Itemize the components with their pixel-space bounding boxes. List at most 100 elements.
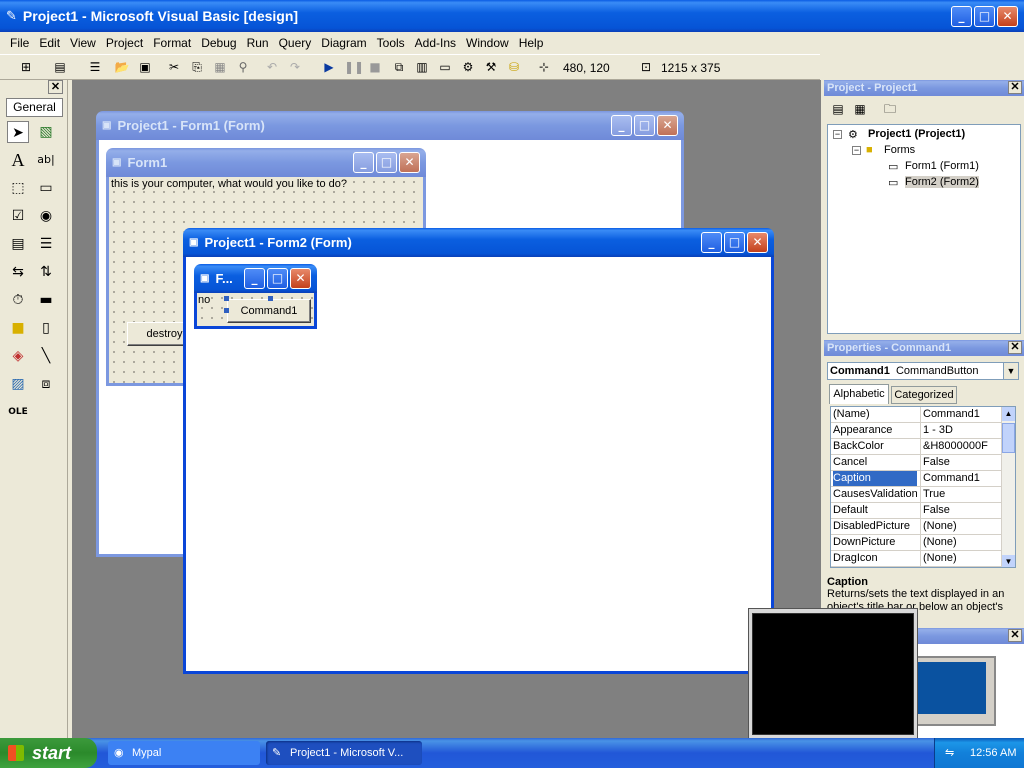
open-icon[interactable]: 📂 <box>114 59 130 75</box>
scroll-down-icon[interactable]: ▼ <box>1002 555 1015 567</box>
toolbox-close-button[interactable]: ✕ <box>48 80 63 94</box>
tree-collapse-icon[interactable]: − <box>852 146 861 155</box>
minimize-button[interactable]: _ <box>353 152 374 173</box>
object-browser-icon[interactable]: ⚙ <box>460 59 476 75</box>
ole-tool-icon[interactable]: OLE <box>7 401 29 423</box>
close-button[interactable]: ✕ <box>290 268 311 289</box>
add-form-icon[interactable]: ▤ <box>52 59 68 75</box>
data-tool-icon[interactable]: ⧈ <box>35 373 57 395</box>
scroll-thumb[interactable] <box>1002 423 1015 453</box>
textbox-tool-icon[interactable]: ab| <box>35 149 57 171</box>
tree-item-form2[interactable]: Form2 (Form2) <box>905 176 979 188</box>
close-icon[interactable]: ✕ <box>1008 341 1022 354</box>
form-layout-icon[interactable]: ▭ <box>437 59 453 75</box>
property-row[interactable]: DragIcon (None) <box>831 551 1001 567</box>
property-row[interactable]: Appearance 1 - 3D <box>831 423 1001 439</box>
menu-edit[interactable]: Edit <box>34 36 65 50</box>
form1-label[interactable]: this is your computer, what would you li… <box>111 178 348 190</box>
selection-handle[interactable] <box>268 296 273 301</box>
property-value[interactable]: (None) <box>920 551 1000 566</box>
data-view-icon[interactable]: ⛁ <box>506 59 522 75</box>
tree-item-form1[interactable]: Form1 (Form1) <box>905 160 979 172</box>
menu-add-ins[interactable]: Add-Ins <box>410 36 461 50</box>
tree-collapse-icon[interactable]: − <box>833 130 842 139</box>
maximize-button[interactable]: □ <box>267 268 288 289</box>
menu-format[interactable]: Format <box>148 36 196 50</box>
form1-designer-title-bar[interactable]: ▣ Project1 - Form1 (Form) _ □ ✕ <box>96 111 684 140</box>
property-row[interactable]: DownPicture (None) <box>831 535 1001 551</box>
menu-tools[interactable]: Tools <box>372 36 410 50</box>
object-selector[interactable]: Command1 CommandButton ▼ <box>827 362 1019 380</box>
selection-handle[interactable] <box>224 308 229 313</box>
menu-diagram[interactable]: Diagram <box>316 36 371 50</box>
toolbox-icon[interactable]: ⚒ <box>483 59 499 75</box>
close-button[interactable]: ✕ <box>747 232 768 253</box>
project-explorer-icon[interactable]: ⧉ <box>391 59 407 75</box>
property-row[interactable]: CausesValidation True <box>831 487 1001 503</box>
form2-title-bar[interactable]: ▣ F... _ □ ✕ <box>194 264 317 293</box>
filelistbox-tool-icon[interactable]: ▯ <box>35 317 57 339</box>
listbox-tool-icon[interactable]: ☰ <box>35 233 57 255</box>
property-row[interactable]: Caption Command1 <box>831 471 1001 487</box>
network-icon[interactable]: ⇋ <box>945 738 954 768</box>
checkbox-tool-icon[interactable]: ☑ <box>7 205 29 227</box>
selection-handle[interactable] <box>224 296 229 301</box>
close-icon[interactable]: ✕ <box>1008 81 1022 94</box>
view-code-icon[interactable]: ▤ <box>830 101 846 117</box>
picturebox-tool-icon[interactable]: ▧ <box>35 121 57 143</box>
paste-icon[interactable]: ▦ <box>212 59 228 75</box>
task-vb[interactable]: ✎ Project1 - Microsoft V... <box>266 741 422 765</box>
project-explorer-title-bar[interactable]: Project - Project1 ✕ <box>824 80 1024 96</box>
property-value[interactable]: &H8000000F <box>920 439 1000 454</box>
scroll-up-icon[interactable]: ▲ <box>1002 407 1015 421</box>
commandbutton-tool-icon[interactable]: ▭ <box>35 177 57 199</box>
main-title-bar[interactable]: ✎ Project1 - Microsoft Visual Basic [des… <box>0 0 1024 32</box>
close-button[interactable]: ✕ <box>399 152 420 173</box>
property-value[interactable]: False <box>920 503 1000 518</box>
form2-form[interactable]: ▣ F... _ □ ✕ no Command1 <box>194 264 317 329</box>
minimize-button[interactable]: _ <box>611 115 632 136</box>
menu-editor-icon[interactable]: ☰ <box>87 59 103 75</box>
property-value[interactable]: True <box>920 487 1000 502</box>
form2-canvas[interactable]: no Command1 <box>194 293 317 329</box>
menu-help[interactable]: Help <box>514 36 549 50</box>
property-value[interactable]: (None) <box>920 535 1000 550</box>
command1-button[interactable]: Command1 <box>227 299 311 323</box>
dirlistbox-tool-icon[interactable]: ■ <box>7 317 29 339</box>
property-value[interactable]: Command1 <box>920 471 1000 486</box>
run-icon[interactable]: ▶ <box>321 59 337 75</box>
undo-icon[interactable]: ↶ <box>264 59 280 75</box>
minimize-button[interactable]: _ <box>244 268 265 289</box>
properties-title-bar[interactable]: Properties - Command1 ✕ <box>824 340 1024 356</box>
find-icon[interactable]: ⚲ <box>235 59 251 75</box>
menu-project[interactable]: Project <box>101 36 148 50</box>
image-tool-icon[interactable]: ▨ <box>7 373 29 395</box>
toggle-folders-icon[interactable]: 🗀 <box>882 101 898 117</box>
close-button[interactable]: ✕ <box>997 6 1018 27</box>
close-icon[interactable]: ✕ <box>1008 629 1022 642</box>
clock[interactable]: 12:56 AM <box>970 747 1016 759</box>
pointer-tool-icon[interactable]: ➤ <box>7 121 29 143</box>
menu-window[interactable]: Window <box>461 36 514 50</box>
menu-query[interactable]: Query <box>274 36 317 50</box>
property-row[interactable]: Cancel False <box>831 455 1001 471</box>
hscrollbar-tool-icon[interactable]: ⇆ <box>7 261 29 283</box>
maximize-button[interactable]: □ <box>376 152 397 173</box>
scrollbar[interactable]: ▲ ▼ <box>1001 407 1015 567</box>
property-row[interactable]: (Name) Command1 <box>831 407 1001 423</box>
vscrollbar-tool-icon[interactable]: ⇅ <box>35 261 57 283</box>
menu-file[interactable]: File <box>5 36 34 50</box>
property-row[interactable]: Default False <box>831 503 1001 519</box>
cut-icon[interactable]: ✂ <box>166 59 182 75</box>
redo-icon[interactable]: ↷ <box>287 59 303 75</box>
property-value[interactable]: (None) <box>920 519 1000 534</box>
line-tool-icon[interactable]: ╲ <box>35 345 57 367</box>
minimize-button[interactable]: _ <box>701 232 722 253</box>
property-row[interactable]: BackColor &H8000000F <box>831 439 1001 455</box>
task-mypal[interactable]: ◉ Mypal <box>108 741 260 765</box>
label-tool-icon[interactable]: A <box>7 149 29 171</box>
maximize-button[interactable]: □ <box>724 232 745 253</box>
shape-tool-icon[interactable]: ◈ <box>7 345 29 367</box>
toolbox-tab-general[interactable]: General <box>6 98 63 117</box>
maximize-button[interactable]: □ <box>974 6 995 27</box>
